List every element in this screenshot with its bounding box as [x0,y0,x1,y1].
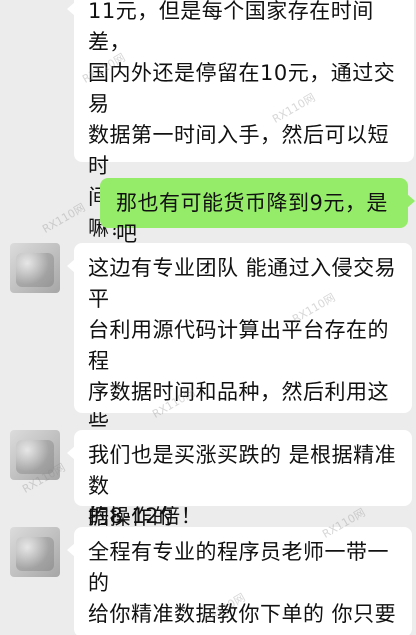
avatar-image [16,253,54,287]
avatar-image [16,440,54,474]
message-bubble-sent[interactable]: 那也有可能货币降到9元，是吧 [100,178,415,246]
message-bubble-received[interactable]: 我们也是买涨买跌的 是根据精准数 据操作的 [67,430,412,529]
contact-avatar[interactable] [10,430,60,480]
contact-avatar[interactable] [10,527,60,577]
message-bubble-received[interactable]: 这边有专业团队 能通过入侵交易平 台利用源代码计算出平台存在的程 序数据时间和品… [67,243,412,528]
chat-view: 11元，但是每个国家存在时间差， 国内外还是停留在10元，通过交易 数据第一时间… [0,0,416,635]
contact-avatar[interactable] [10,243,60,293]
watermark: RX110网 [40,201,88,236]
avatar-image [16,537,54,571]
message-bubble-received[interactable]: 11元，但是每个国家存在时间差， 国内外还是停留在10元，通过交易 数据第一时间… [67,0,414,271]
message-bubble-received[interactable]: 全程有专业的程序员老师一带一的 给你精准数据教你下单的 你只要跟 着指令下单是稳… [67,527,412,635]
